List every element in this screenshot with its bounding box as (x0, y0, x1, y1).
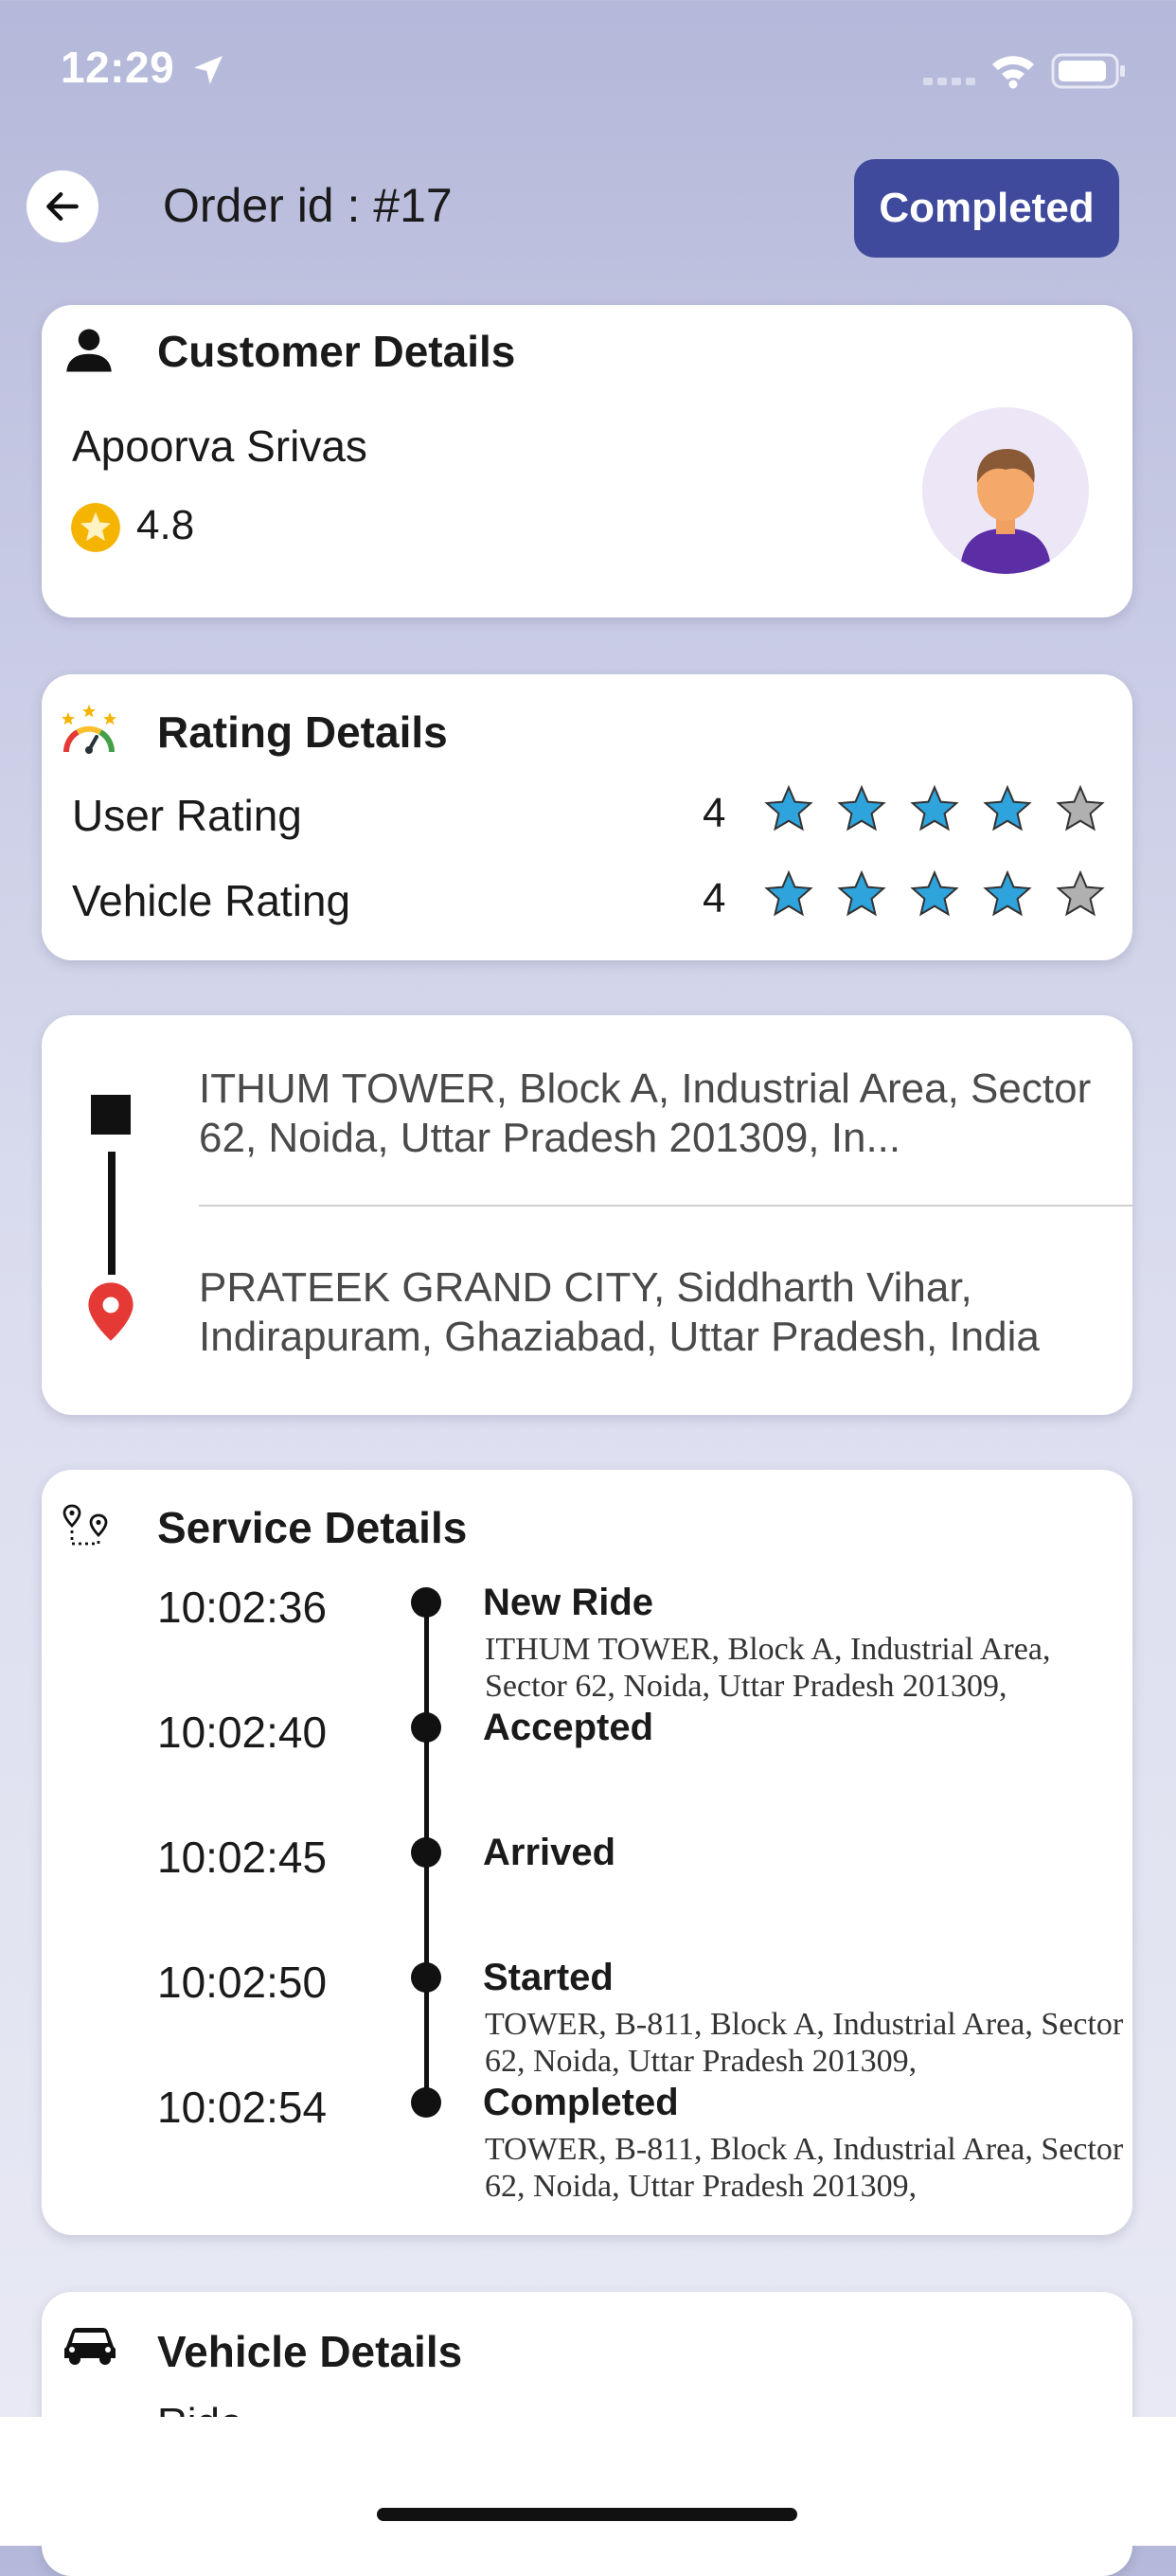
status-bar: 12:29 (0, 0, 1176, 142)
vehicle-rating-row: Vehicle Rating 4 (72, 866, 1114, 932)
event-time: 10:02:54 (157, 2083, 328, 2132)
service-details-title: Service Details (157, 1503, 468, 1552)
event-time: 10:02:45 (157, 1833, 328, 1882)
customer-name: Apoorva Srivas (72, 421, 367, 471)
event-status: Accepted (483, 1707, 654, 1748)
event-time: 10:02:40 (157, 1708, 328, 1757)
rating-details-title: Rating Details (157, 707, 448, 757)
customer-details-title: Customer Details (157, 327, 516, 376)
timeline-event: 10:02:36 New Ride ITHUM TOWER, Block A, … (42, 1582, 1132, 1704)
star-icon (764, 869, 813, 917)
event-address: TOWER, B-811, Block A, Industrial Area, … (485, 2007, 1124, 2079)
service-details-card: Service Details 10:02:36 New Ride ITHUM … (42, 1470, 1132, 2235)
timeline-dot (411, 1962, 441, 1993)
timeline-event: 10:02:40 Accepted (42, 1707, 1132, 1820)
person-icon (66, 329, 112, 372)
location-arrow-icon (194, 56, 223, 84)
wifi-icon (992, 56, 1034, 89)
vehicle-details-title: Vehicle Details (157, 2327, 463, 2376)
drop-address: PRATEEK GRAND CITY, Siddharth Vihar, Ind… (199, 1264, 1040, 1360)
event-status: New Ride (483, 1582, 654, 1623)
header: Order id : #17 Completed (0, 152, 1176, 265)
user-rating-row: User Rating 4 (72, 780, 1114, 847)
route-card: ITHUM TOWER, Block A, Industrial Area, S… (42, 1015, 1132, 1415)
car-icon (64, 2328, 116, 2365)
star-icon (983, 869, 1032, 917)
route-divider (199, 1205, 1132, 1207)
vehicle-rating-stars (763, 869, 1106, 921)
star-badge-icon (71, 503, 120, 552)
star-icon (837, 869, 886, 917)
bottom-bar (0, 2417, 1176, 2546)
rating-gauge-icon (62, 705, 116, 754)
back-button[interactable] (27, 170, 98, 242)
cellular-signal-icon (923, 78, 975, 85)
timeline-dot (411, 1712, 441, 1743)
user-rating-label: User Rating (72, 791, 302, 840)
timeline-dot (411, 1837, 441, 1868)
customer-details-card: Customer Details Apoorva Srivas 4.8 (42, 305, 1132, 617)
timeline-dot (411, 2087, 441, 2118)
star-icon (837, 784, 886, 832)
event-time: 10:02:50 (157, 1958, 328, 2007)
event-status: Arrived (483, 1832, 616, 1873)
star-icon (983, 784, 1032, 832)
event-time: 10:02:36 (157, 1583, 328, 1632)
status-badge[interactable]: Completed (854, 159, 1119, 258)
timeline-event: 10:02:50 Started TOWER, B-811, Block A, … (42, 1957, 1132, 2079)
page-title: Order id : #17 (163, 179, 453, 232)
status-time: 12:29 (61, 43, 175, 92)
avatar (922, 407, 1089, 574)
route-map-icon (62, 1504, 108, 1546)
home-indicator[interactable] (377, 2508, 797, 2521)
user-rating-value: 4 (703, 790, 726, 836)
timeline-dot (411, 1587, 441, 1618)
event-address: ITHUM TOWER, Block A, Industrial Area, S… (485, 1632, 1051, 1704)
event-address: TOWER, B-811, Block A, Industrial Area, … (485, 2132, 1124, 2204)
timeline-event: 10:02:54 Completed TOWER, B-811, Block A… (42, 2082, 1132, 2204)
timeline-event: 10:02:45 Arrived (42, 1832, 1132, 1945)
user-rating-stars (763, 784, 1106, 835)
star-icon (910, 784, 959, 832)
vehicle-rating-label: Vehicle Rating (72, 876, 351, 925)
vehicle-rating-value: 4 (703, 875, 726, 921)
star-icon (1056, 869, 1105, 917)
route-connector (108, 1152, 116, 1275)
star-icon (1056, 784, 1105, 832)
event-status: Started (483, 1957, 614, 1998)
star-icon (764, 784, 813, 832)
rating-details-card: Rating Details User Rating 4 Vehicle Rat… (42, 674, 1132, 960)
back-arrow-icon (46, 191, 79, 222)
drop-pin-icon (88, 1282, 134, 1341)
user-avatar-illustration (960, 449, 1051, 574)
pickup-square-icon (91, 1095, 131, 1135)
pickup-address: ITHUM TOWER, Block A, Industrial Area, S… (199, 1065, 1092, 1161)
event-status: Completed (483, 2082, 679, 2123)
battery-icon (1051, 53, 1125, 89)
star-icon (910, 869, 959, 917)
customer-rating: 4.8 (136, 502, 195, 548)
